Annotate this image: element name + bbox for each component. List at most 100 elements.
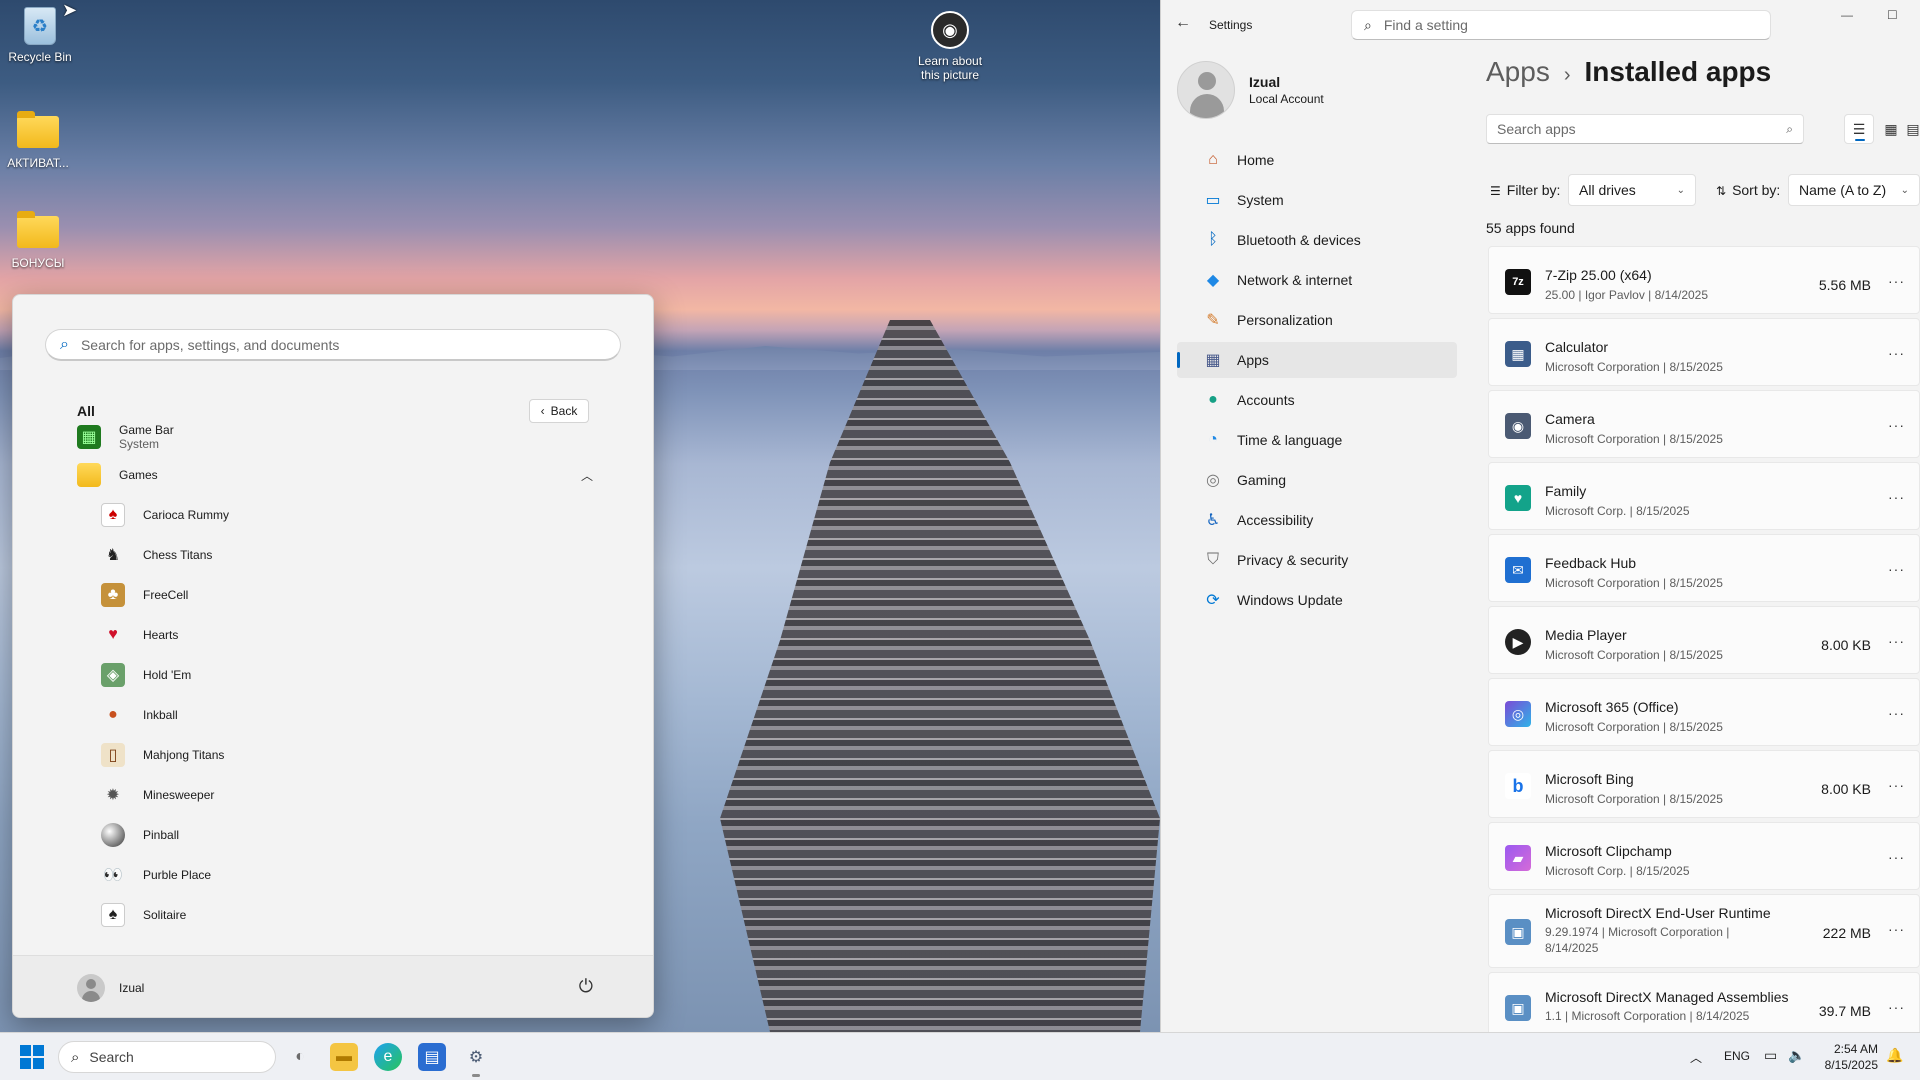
filter-dropdown[interactable]: All drives ⌄ [1568,174,1696,206]
nav-item-windows-update[interactable]: ⟳ Windows Update [1177,582,1457,618]
list-item[interactable]: 👀 Purble Place [101,855,211,895]
search-apps-input[interactable]: Search apps ⌕ [1486,114,1804,144]
more-options-icon[interactable]: ··· [1888,849,1905,865]
find-setting-input[interactable]: ⌕ Find a setting [1351,10,1771,40]
volume-icon[interactable]: 🔈 [1788,1047,1805,1064]
monitor-icon: ▭ [1205,192,1221,209]
list-item[interactable]: ▯ Mahjong Titans [101,735,224,775]
table-row[interactable]: ▣ Microsoft DirectX End-User Runtime 9.2… [1488,894,1920,968]
list-item[interactable]: ♠ Carioca Rummy [101,495,229,535]
list-item[interactable]: ◈ Hold 'Em [101,655,191,695]
list-item[interactable]: ● Inkball [101,695,178,735]
nav-item-bluetooth[interactable]: ᛒ Bluetooth & devices [1177,222,1457,258]
wallpaper-pier [720,320,1160,1032]
breadcrumb: Apps › Installed apps [1486,56,1771,88]
bluetooth-icon: ᛒ [1208,231,1218,248]
nav-item-home[interactable]: ⌂ Home [1177,142,1457,178]
breadcrumb-parent[interactable]: Apps [1486,56,1550,87]
more-options-icon[interactable]: ··· [1888,489,1905,505]
clock-date: 8/15/2025 [1824,1058,1878,1072]
sort-dropdown[interactable]: Name (A to Z) ⌄ [1788,174,1920,206]
user-profile[interactable]: Izual Local Account [1177,60,1324,120]
power-icon[interactable]: ⏻ [579,976,593,997]
more-options-icon[interactable]: ··· [1888,999,1905,1015]
chevron-up-icon[interactable]: ︿ [581,467,593,484]
chevron-up-icon[interactable]: ︿ [1690,1049,1702,1066]
nav-item-system[interactable]: ▭ System [1177,182,1457,218]
more-options-icon[interactable]: ··· [1888,705,1905,721]
edge-browser-icon[interactable]: e [374,1043,402,1071]
language-indicator[interactable]: ENG [1724,1049,1750,1063]
more-options-icon[interactable]: ··· [1888,273,1905,289]
more-options-icon[interactable]: ··· [1888,777,1905,793]
app-meta: 25.00 | Igor Pavlov | 8/14/2025 [1545,288,1709,302]
list-item[interactable]: ✹ Minesweeper [101,775,214,815]
list-item[interactable]: ♞ Chess Titans [101,535,213,575]
update-icon: ⟳ [1206,592,1220,609]
notification-bell-icon[interactable]: 🔔 [1886,1047,1903,1064]
settings-gear-icon[interactable]: ⚙ [462,1043,490,1077]
table-row[interactable]: ♥ Family Microsoft Corp. | 8/15/2025 ··· [1488,462,1920,530]
more-options-icon[interactable]: ··· [1888,417,1905,433]
table-row[interactable]: ✉ Feedback Hub Microsoft Corporation | 8… [1488,534,1920,602]
nav-item-accounts[interactable]: ● Accounts [1177,382,1457,418]
network-icon[interactable]: ▭ [1764,1047,1777,1064]
list-item[interactable]: ♥ Hearts [101,615,178,655]
arrow-left-icon[interactable]: ← [1175,14,1191,32]
window-title: Settings [1209,18,1253,32]
more-options-icon[interactable]: ··· [1888,921,1905,937]
app-size: 222 MB [1822,925,1871,941]
desktop-icon-learn-about-picture[interactable]: ◉ Learn about this picture [910,10,990,82]
nav-item-apps[interactable]: ▦ Apps [1177,342,1457,378]
start-search-input[interactable]: ⌕ Search for apps, settings, and documen… [45,329,621,361]
chess-knight-icon: ♞ [105,547,121,564]
table-row[interactable]: ▰ Microsoft Clipchamp Microsoft Corp. | … [1488,822,1920,890]
table-view-button[interactable]: ▤ [1906,114,1920,144]
list-item-games-folder[interactable]: Games [77,455,158,495]
file-explorer-icon[interactable]: ▬ [330,1043,358,1071]
table-row[interactable]: b Microsoft Bing Microsoft Corporation |… [1488,750,1920,818]
minimize-icon[interactable]: — [1841,8,1853,22]
table-row[interactable]: ◉ Camera Microsoft Corporation | 8/15/20… [1488,390,1920,458]
grid-view-button[interactable]: ▦ [1876,114,1906,144]
more-options-icon[interactable]: ··· [1888,345,1905,361]
microsoft-store-icon[interactable]: ▤ [418,1043,446,1071]
start-user-name[interactable]: Izual [119,981,144,995]
clipchamp-icon: ▰ [1505,845,1531,871]
list-item[interactable]: ♠ Solitaire [101,895,186,935]
nav-item-network[interactable]: ◆ Network & internet [1177,262,1457,298]
table-row[interactable]: ▦ Calculator Microsoft Corporation | 8/1… [1488,318,1920,386]
table-row[interactable]: ◎ Microsoft 365 (Office) Microsoft Corpo… [1488,678,1920,746]
taskbar-clock[interactable]: 2:54 AM 8/15/2025 [1818,1041,1878,1073]
table-row[interactable]: ▣ Microsoft DirectX Managed Assemblies 1… [1488,972,1920,1040]
more-options-icon[interactable]: ··· [1888,633,1905,649]
directx-icon: ▣ [1505,995,1531,1021]
list-item[interactable]: Pinball [101,815,179,855]
filter-label: ☰ Filter by: [1490,182,1560,198]
list-view-button[interactable]: ☰ [1844,114,1874,144]
game-bar-icon: ▦ [77,425,101,449]
nav-item-accessibility[interactable]: ♿ Accessibility [1177,502,1457,538]
widgets-icon[interactable]: ◐ [286,1043,314,1071]
nav-label: Personalization [1237,312,1333,328]
solitaire-card-icon: ♠ [101,903,125,927]
taskbar-search[interactable]: ⌕ Search [58,1041,276,1073]
maximize-icon[interactable]: ☐ [1887,8,1898,22]
desktop-icon-folder-bonuses[interactable]: БОНУСЫ [0,211,78,270]
nav-item-gaming[interactable]: ◎ Gaming [1177,462,1457,498]
avatar[interactable] [77,973,105,1002]
table-row[interactable]: 7z 7-Zip 25.00 (x64) 25.00 | Igor Pavlov… [1488,246,1920,314]
desktop-icon-label: Learn about this picture [917,54,983,82]
list-item-game-bar[interactable]: ▦ Game Bar System [77,425,174,457]
nav-item-time-language[interactable]: ◔ Time & language [1177,422,1457,458]
desktop-icon-label: АКТИВАТ... [7,156,69,170]
table-row[interactable]: ▶ Media Player Microsoft Corporation | 8… [1488,606,1920,674]
desktop-icon-folder-activator[interactable]: АКТИВАТ... [0,111,78,170]
more-options-icon[interactable]: ··· [1888,561,1905,577]
list-item[interactable]: ♣ FreeCell [101,575,188,615]
nav-item-privacy[interactable]: ⛉ Privacy & security [1177,542,1457,578]
nav-item-personalization[interactable]: ✎ Personalization [1177,302,1457,338]
back-button[interactable]: ‹ Back [529,399,589,423]
app-name: 7-Zip 25.00 (x64) [1545,267,1652,283]
windows-start-icon[interactable] [20,1045,44,1069]
